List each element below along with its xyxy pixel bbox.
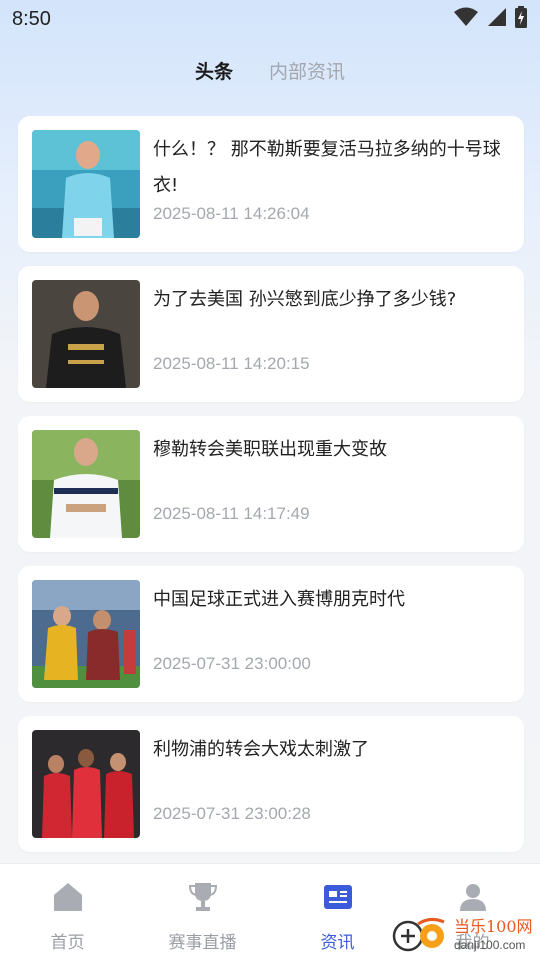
tab-internal-news[interactable]: 内部资讯 [269,57,345,84]
article-thumbnail [32,730,140,838]
trophy-icon [186,880,220,914]
signal-icon [486,7,506,31]
article-list: 什么！？ 那不勒斯要复活马拉多纳的十号球衣! 2025-08-11 14:26:… [18,116,524,866]
watermark-text: 当乐100网 danji100.com [454,918,533,954]
nav-news[interactable]: 资讯 [270,864,405,960]
article-card[interactable]: 利物浦的转会大戏太刺激了 2025-07-31 23:00:28 [18,716,524,852]
home-icon [51,880,85,914]
article-title: 中国足球正式进入赛博朋克时代 [153,589,405,610]
nav-label: 赛事直播 [168,933,237,953]
watermark-cn: 当乐100网 [454,917,533,936]
article-time: 2025-08-11 14:20:15 [153,354,310,373]
status-icons [454,6,528,32]
nav-label: 资讯 [320,933,355,953]
article-time: 2025-07-31 23:00:00 [153,654,311,673]
article-thumbnail [32,280,140,388]
watermark-url: danji100.com [454,938,526,952]
article-title: 利物浦的转会大戏太刺激了 [153,739,369,760]
article-card[interactable]: 中国足球正式进入赛博朋克时代 2025-07-31 23:00:00 [18,566,524,702]
article-card[interactable]: 什么！？ 那不勒斯要复活马拉多纳的十号球衣! 2025-08-11 14:26:… [18,116,524,252]
article-thumbnail [32,430,140,538]
article-thumbnail [32,580,140,688]
watermark-logo-icon [390,914,450,958]
tab-headlines[interactable]: 头条 [195,57,233,84]
nav-label: 首页 [50,933,85,953]
article-title: 穆勒转会美职联出现重大变故 [153,439,387,460]
top-tabs: 头条 内部资讯 [0,52,540,88]
article-thumbnail [32,130,140,238]
nav-live[interactable]: 赛事直播 [135,864,270,960]
article-card[interactable]: 穆勒转会美职联出现重大变故 2025-08-11 14:17:49 [18,416,524,552]
person-icon [456,880,490,914]
article-title: 什么！？ 那不勒斯要复活马拉多纳的十号球衣! [153,139,501,196]
watermark: 当乐100网 danji100.com [390,912,540,960]
wifi-icon [454,7,478,31]
article-time: 2025-07-31 23:00:28 [153,804,311,823]
article-card[interactable]: 为了去美国 孙兴慜到底少挣了多少钱? 2025-08-11 14:20:15 [18,266,524,402]
battery-icon [514,6,528,32]
nav-home[interactable]: 首页 [0,864,135,960]
article-title: 为了去美国 孙兴慜到底少挣了多少钱? [153,289,457,310]
status-bar: 8:50 [0,0,540,38]
article-time: 2025-08-11 14:26:04 [153,204,310,223]
status-time: 8:50 [12,7,51,30]
news-icon [321,880,355,914]
article-time: 2025-08-11 14:17:49 [153,504,310,523]
